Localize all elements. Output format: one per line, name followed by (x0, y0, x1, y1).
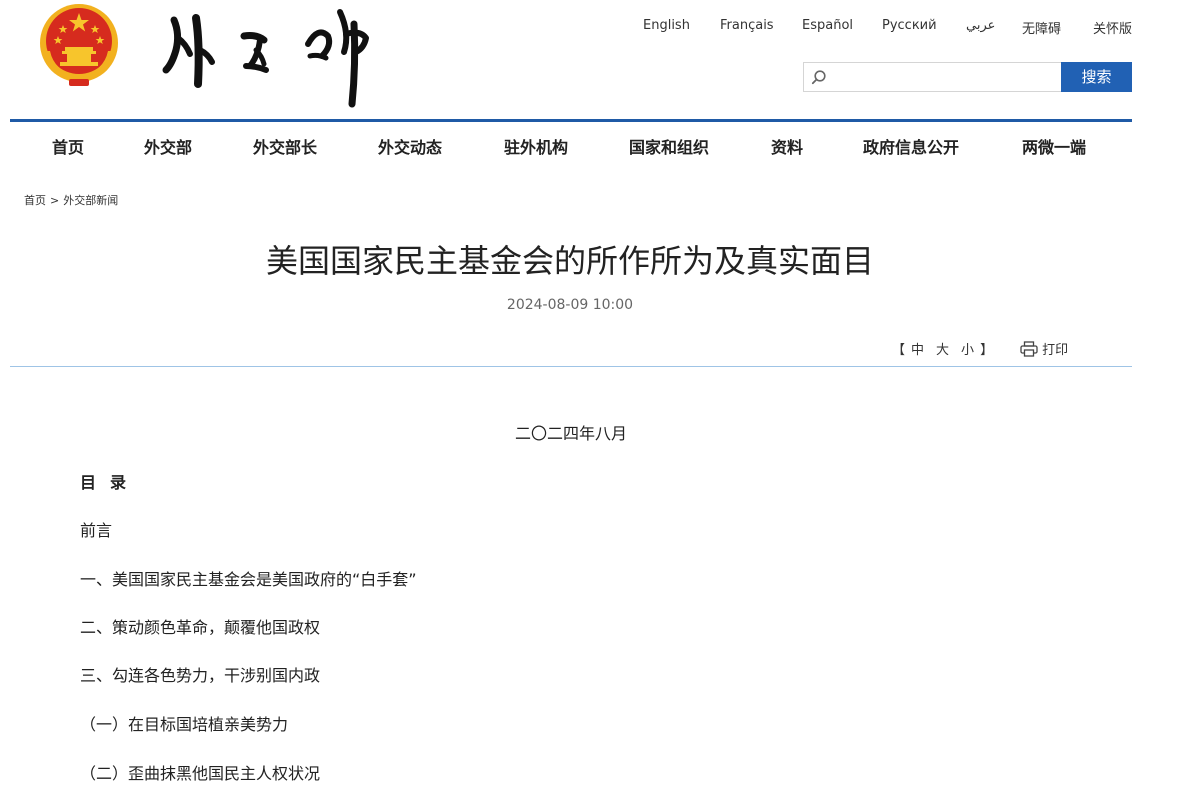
article-date: 2024-08-09 10:00 (506, 297, 634, 313)
national-emblem-icon[interactable] (38, 3, 120, 87)
elder-care-mode-link[interactable]: 关怀版 (1093, 18, 1132, 37)
lang-arabic-link[interactable]: عربي (966, 18, 995, 33)
toc-item-1: 一、美国国家民主基金会是美国政府的“白手套” (80, 570, 417, 589)
site-header: English Français Español Русский عربي 无障… (0, 0, 1200, 157)
article-dateline: 二〇二四年八月 (514, 424, 627, 443)
toc-item-preface: 前言 (80, 521, 113, 540)
lang-russian-link[interactable]: Русский (882, 18, 937, 33)
nav-item-diplomatic-news[interactable]: 外交动态 (378, 134, 442, 158)
content-divider (10, 366, 1132, 367)
accessibility-link[interactable]: 无障碍 (1022, 18, 1061, 37)
print-label: 打印 (1042, 343, 1069, 358)
font-size-bracket-close: 】 (980, 343, 994, 358)
lang-english-link[interactable]: English (643, 18, 690, 33)
nav-item-social-media[interactable]: 两微一端 (1022, 134, 1086, 158)
font-size-bracket-open: 【 (892, 343, 906, 358)
nav-item-foreign-minister[interactable]: 外交部长 (253, 134, 317, 158)
breadcrumb: 首页 > 外交部新闻 (24, 192, 118, 208)
search-input[interactable] (832, 66, 1057, 88)
nav-item-gov-info-disclosure[interactable]: 政府信息公开 (863, 134, 959, 158)
font-size-controls: 【中大小】 (892, 339, 993, 358)
toc-item-2: 二、策动颜色革命，颠覆他国政权 (80, 618, 321, 637)
lang-french-link[interactable]: Français (720, 18, 774, 33)
language-bar: English Français Español Русский عربي 无障… (600, 18, 1140, 38)
breadcrumb-home-link[interactable]: 首页 (24, 194, 46, 207)
nav-item-ministry[interactable]: 外交部 (144, 134, 192, 158)
breadcrumb-current-link[interactable]: 外交部新闻 (63, 194, 118, 207)
nav-item-missions-abroad[interactable]: 驻外机构 (504, 134, 568, 158)
toc-item-3-1: （一）在目标国培植亲美势力 (80, 715, 289, 734)
main-nav: 首页 外交部 外交部长 外交动态 驻外机构 国家和组织 资料 政府信息公开 两微… (10, 122, 1132, 168)
breadcrumb-separator: > (50, 194, 60, 207)
toc-item-3-2: （二）歪曲抹黑他国民主人权状况 (80, 764, 321, 783)
font-size-small-button[interactable]: 小 (961, 339, 974, 358)
article-title: 美国国家民主基金会的所作所为及真实面目 (265, 242, 874, 280)
search-icon (811, 70, 826, 85)
toc-heading: 目录 (80, 473, 141, 492)
search-button[interactable]: 搜索 (1061, 62, 1132, 92)
nav-item-home[interactable]: 首页 (52, 134, 84, 158)
nav-item-resources[interactable]: 资料 (771, 134, 803, 158)
lang-spanish-link[interactable]: Español (802, 18, 853, 33)
ministry-calligraphy-logo-icon[interactable] (160, 4, 375, 110)
font-size-large-button[interactable]: 大 (936, 339, 949, 358)
printer-icon (1020, 341, 1038, 357)
font-size-medium-button[interactable]: 中 (911, 339, 924, 358)
search-box (803, 62, 1062, 92)
toc-item-3: 三、勾连各色势力，干涉别国内政 (80, 666, 321, 685)
nav-item-countries-organizations[interactable]: 国家和组织 (629, 134, 709, 158)
print-button[interactable]: 打印 (1020, 339, 1068, 358)
